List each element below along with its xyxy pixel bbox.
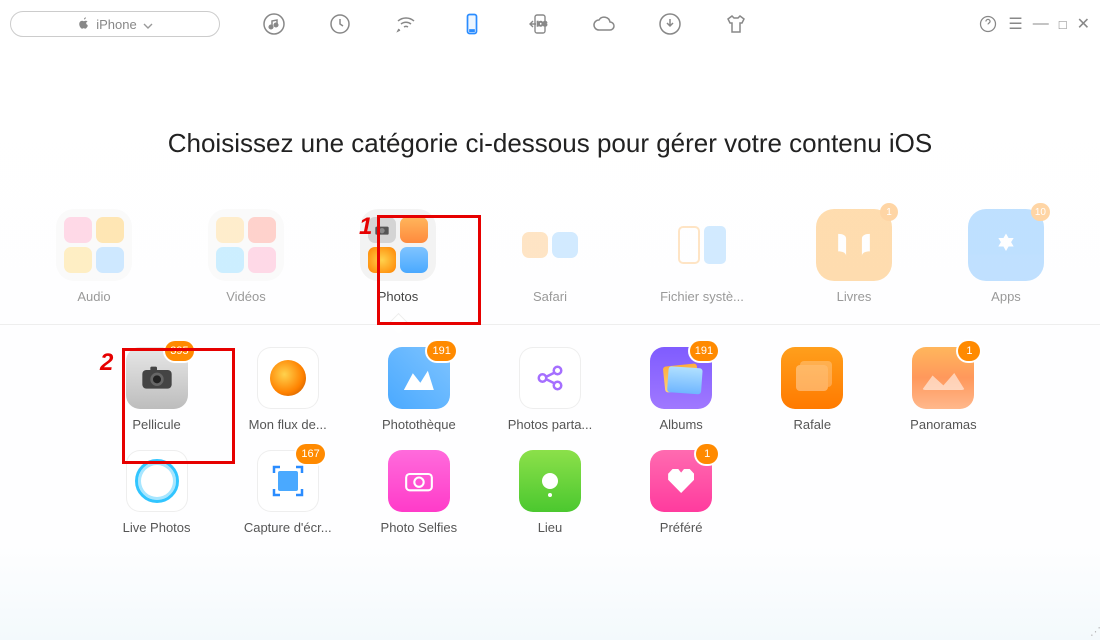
sub-photo-selfies[interactable]: Photo Selfies: [364, 450, 474, 535]
category-books[interactable]: 1 Livres: [804, 209, 904, 304]
sub-albums[interactable]: 191 Albums: [626, 347, 736, 432]
sub-label: Capture d'écr...: [233, 520, 343, 535]
category-badge: 10: [1031, 203, 1050, 221]
to-ios-icon[interactable]: iOS: [524, 10, 552, 38]
sub-label: Lieu: [495, 520, 605, 535]
device-name: iPhone: [96, 17, 136, 32]
category-safari[interactable]: Safari: [500, 209, 600, 304]
sub-label: Albums: [626, 417, 736, 432]
sub-label: Photothèque: [364, 417, 474, 432]
device-icon[interactable]: [458, 10, 486, 38]
help-icon[interactable]: [978, 10, 998, 38]
download-icon[interactable]: [656, 10, 684, 38]
sub-label: Préféré: [626, 520, 736, 535]
category-label: Safari: [500, 289, 600, 304]
sub-label: Photos parta...: [495, 417, 605, 432]
sub-rafale[interactable]: Rafale: [757, 347, 867, 432]
sub-label: Live Photos: [102, 520, 212, 535]
svg-text:iOS: iOS: [537, 22, 547, 28]
wifi-backup-icon[interactable]: [392, 10, 420, 38]
sub-label: Mon flux de...: [233, 417, 343, 432]
category-videos[interactable]: Vidéos: [196, 209, 296, 304]
sub-phototheque[interactable]: 191 Photothèque: [364, 347, 474, 432]
window-controls: ☰ — □ ✕: [978, 10, 1090, 38]
category-audio[interactable]: Audio: [44, 209, 144, 304]
sub-label: Photo Selfies: [364, 520, 474, 535]
sub-capture-ecran[interactable]: 167 Capture d'écr...: [233, 450, 343, 535]
tshirt-icon[interactable]: [722, 10, 750, 38]
sub-mon-flux[interactable]: Mon flux de...: [233, 347, 343, 432]
tool-icon-row: iOS: [260, 10, 750, 38]
count-badge: 1: [958, 341, 980, 361]
category-label: Fichier systè...: [652, 289, 752, 304]
minimize-icon[interactable]: —: [1033, 15, 1049, 33]
category-apps[interactable]: 10 Apps: [956, 209, 1056, 304]
close-icon[interactable]: ✕: [1077, 14, 1090, 34]
apple-icon: [77, 16, 90, 33]
category-system-files[interactable]: Fichier systè...: [652, 209, 752, 304]
annotation-box-1: [377, 215, 481, 325]
menu-icon[interactable]: ☰: [1008, 14, 1022, 34]
annotation-number-2: 2: [100, 349, 113, 377]
resize-grip[interactable]: ⋰: [1090, 625, 1098, 638]
toolbar: iPhone iOS ☰ — □ ✕: [0, 0, 1100, 48]
cloud-icon[interactable]: [590, 10, 618, 38]
annotation-number-1: 1: [359, 213, 372, 241]
device-selector[interactable]: iPhone: [10, 11, 220, 37]
count-badge: 191: [427, 341, 455, 361]
count-badge: 191: [690, 341, 718, 361]
category-label: Livres: [804, 289, 904, 304]
sub-label: Rafale: [757, 417, 867, 432]
sub-label: Panoramas: [888, 417, 998, 432]
category-label: Apps: [956, 289, 1056, 304]
category-badge: 1: [880, 203, 898, 221]
category-label: Audio: [44, 289, 144, 304]
count-badge: 167: [296, 444, 324, 464]
chevron-down-icon: [143, 17, 153, 32]
history-icon[interactable]: [326, 10, 354, 38]
maximize-icon[interactable]: □: [1059, 17, 1067, 32]
count-badge: 1: [696, 444, 718, 464]
sub-photos-partages[interactable]: Photos parta...: [495, 347, 605, 432]
category-label: Vidéos: [196, 289, 296, 304]
sub-lieu[interactable]: Lieu: [495, 450, 605, 535]
page-title: Choisissez une catégorie ci-dessous pour…: [0, 128, 1100, 159]
annotation-box-2: [122, 348, 235, 464]
category-row: Audio Vidéos Photos Safari Fichier s: [0, 209, 1100, 325]
sub-panoramas[interactable]: 1 Panoramas: [888, 347, 998, 432]
sub-prefere[interactable]: 1 Préféré: [626, 450, 736, 535]
music-icon[interactable]: [260, 10, 288, 38]
